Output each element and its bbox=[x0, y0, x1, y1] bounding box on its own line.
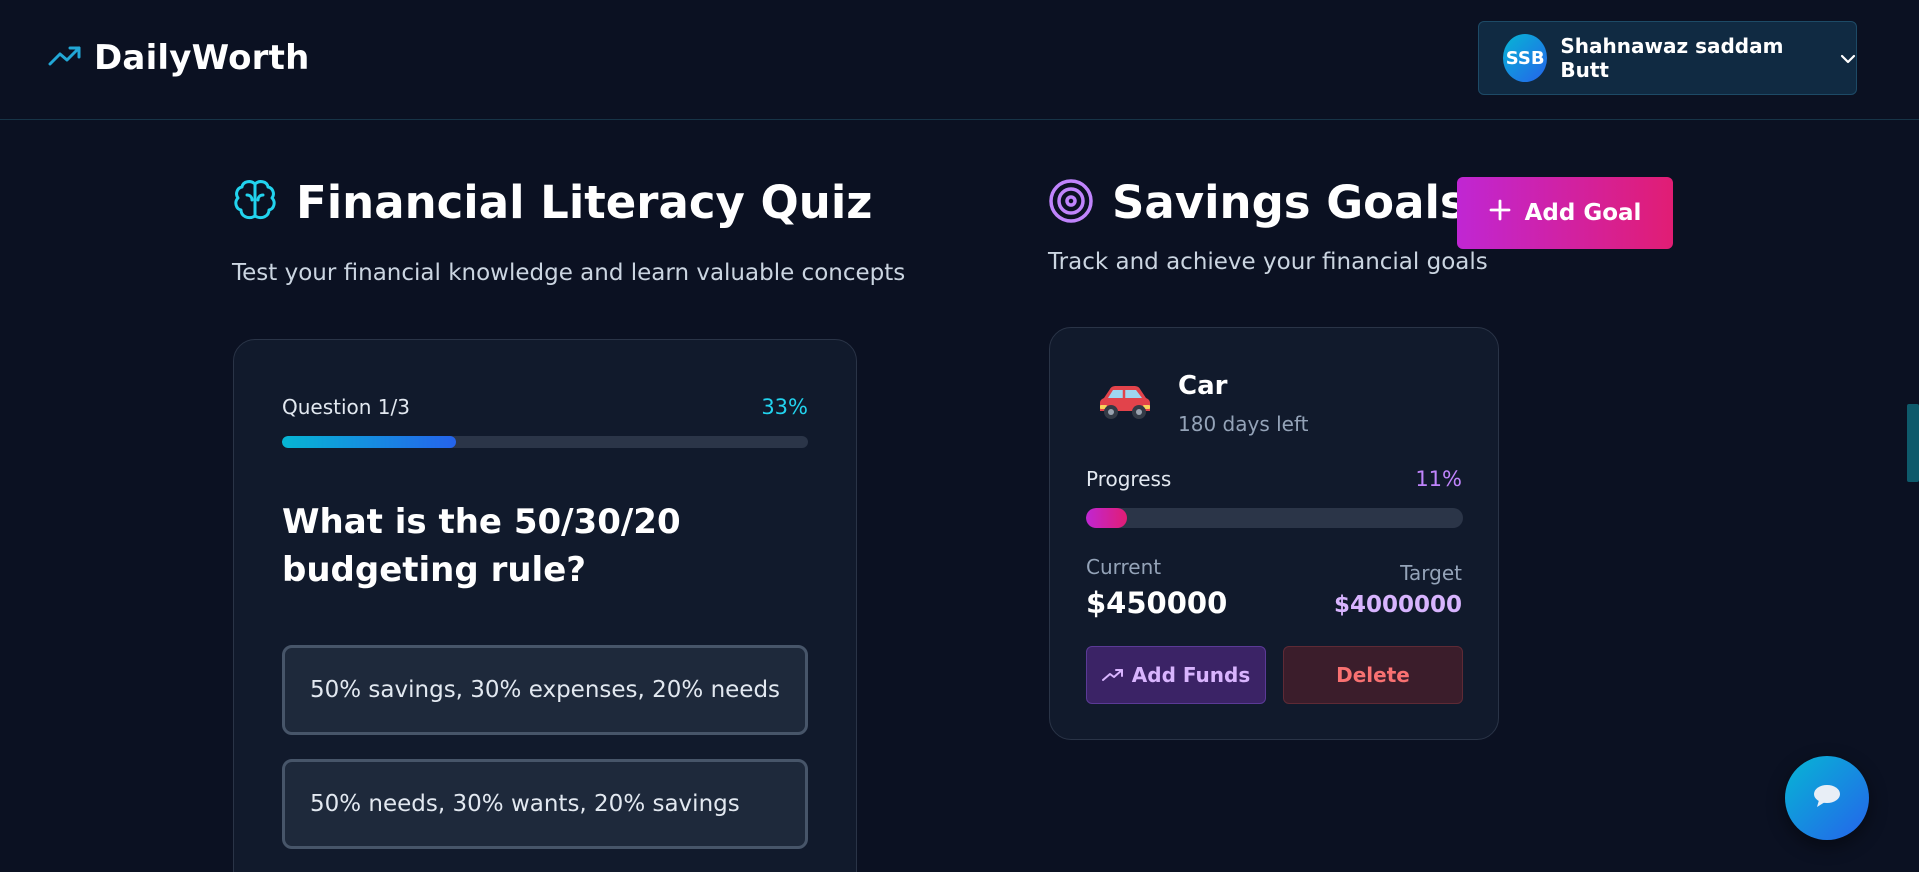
add-goal-label: Add Goal bbox=[1524, 200, 1642, 226]
avatar: SSB bbox=[1503, 34, 1548, 82]
delete-goal-button[interactable]: Delete bbox=[1283, 646, 1463, 704]
question-counter: Question 1/3 bbox=[282, 395, 410, 419]
savings-title: Savings Goals bbox=[1112, 176, 1467, 229]
add-goal-button[interactable]: Add Goal bbox=[1457, 177, 1673, 249]
savings-subtitle: Track and achieve your financial goals bbox=[1048, 249, 1488, 275]
answer-option[interactable]: 50% savings, 30% expenses, 20% needs bbox=[282, 645, 808, 735]
question-text: What is the 50/30/20 budgeting rule? bbox=[282, 502, 681, 590]
goal-progress-label: Progress bbox=[1086, 467, 1172, 491]
chat-button[interactable] bbox=[1785, 756, 1869, 840]
goal-card: Car 180 days left Progress 11% Current $… bbox=[1049, 327, 1499, 740]
app-header: DailyWorth SSB Shahnawaz saddam Butt bbox=[0, 0, 1919, 120]
add-funds-label: Add Funds bbox=[1131, 663, 1251, 687]
savings-heading: Savings Goals bbox=[1048, 176, 1467, 229]
quiz-subtitle: Test your financial knowledge and learn … bbox=[232, 260, 906, 286]
delete-label: Delete bbox=[1336, 663, 1410, 687]
quiz-heading: Financial Literacy Quiz bbox=[232, 176, 872, 229]
scrollbar-thumb[interactable] bbox=[1907, 404, 1919, 482]
current-label: Current bbox=[1086, 555, 1162, 579]
chat-bubble-icon bbox=[1811, 782, 1843, 814]
add-funds-button[interactable]: Add Funds bbox=[1086, 646, 1266, 704]
target-icon bbox=[1048, 178, 1094, 228]
goal-days-left: 180 days left bbox=[1178, 412, 1309, 436]
trending-up-icon bbox=[48, 45, 82, 71]
trending-up-icon bbox=[1101, 663, 1124, 687]
goal-progress-bar bbox=[1086, 508, 1463, 528]
quiz-title: Financial Literacy Quiz bbox=[296, 176, 873, 229]
target-amount: $4000000 bbox=[1333, 592, 1462, 618]
goal-progress-fill bbox=[1086, 508, 1128, 528]
quiz-card: Question 1/3 33% What is the 50/30/20 bu… bbox=[233, 339, 857, 872]
brain-icon bbox=[232, 178, 278, 228]
target-label: Target bbox=[1400, 561, 1462, 585]
quiz-progress-bar bbox=[282, 436, 808, 448]
current-amount: $450000 bbox=[1086, 586, 1228, 620]
goal-progress-percent: 11% bbox=[1415, 467, 1462, 491]
quiz-progress-percent: 33% bbox=[761, 395, 808, 419]
quiz-progress-fill bbox=[282, 436, 456, 448]
user-name: Shahnawaz saddam Butt bbox=[1560, 34, 1784, 82]
car-icon bbox=[1094, 381, 1154, 429]
brand-name: DailyWorth bbox=[94, 38, 310, 78]
plus-icon bbox=[1489, 199, 1511, 227]
chevron-down-icon bbox=[1840, 49, 1856, 68]
user-menu-button[interactable]: SSB Shahnawaz saddam Butt bbox=[1478, 21, 1857, 95]
goal-name: Car bbox=[1178, 371, 1228, 401]
answer-option[interactable]: 50% needs, 30% wants, 20% savings bbox=[282, 759, 808, 849]
brand[interactable]: DailyWorth bbox=[48, 38, 310, 78]
